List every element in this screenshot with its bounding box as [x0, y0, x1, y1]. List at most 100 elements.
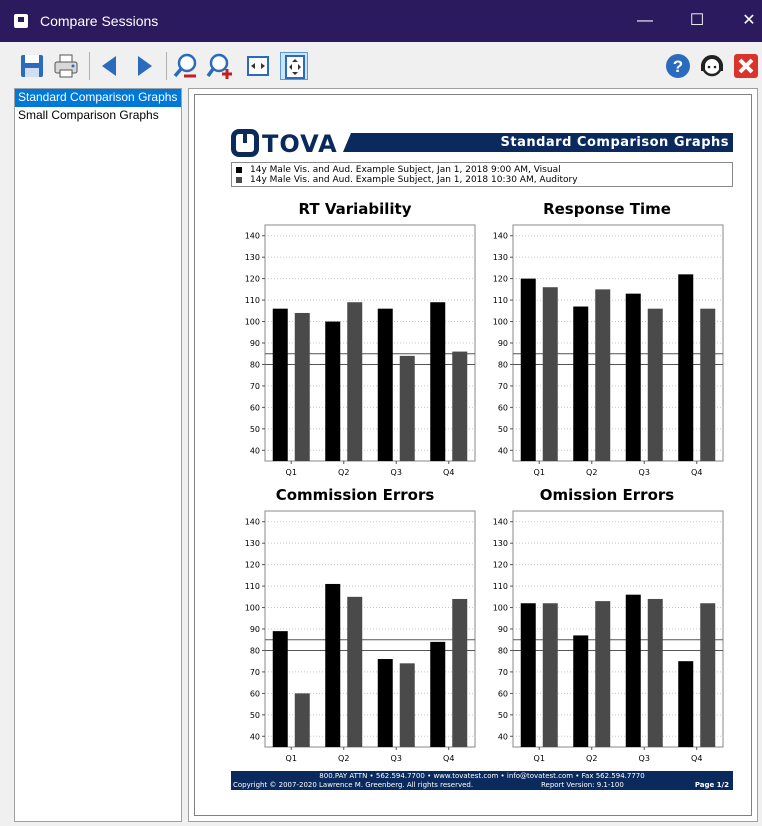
bar: [520, 603, 536, 747]
y-tick-label: 120: [245, 561, 260, 570]
footer-contact: 800.PAY ATTN • 562.594.7700 • www.tovate…: [319, 772, 645, 780]
bar: [520, 278, 536, 461]
bar: [325, 321, 341, 461]
y-tick-label: 110: [493, 582, 508, 591]
y-tick-label: 70: [498, 668, 508, 677]
session-text: 14y Male Vis. and Aud. Example Subject, …: [250, 165, 561, 175]
bar: [573, 635, 589, 747]
y-tick-label: 130: [493, 253, 508, 262]
y-tick-label: 70: [250, 382, 260, 391]
window-title: Compare Sessions: [40, 13, 159, 29]
x-tick-label: Q4: [691, 468, 702, 477]
y-tick-label: 100: [245, 604, 260, 613]
y-tick-label: 90: [250, 339, 260, 348]
chart-title: RT Variability: [298, 200, 412, 218]
fit-width-icon[interactable]: [244, 52, 272, 80]
y-tick-label: 140: [493, 232, 508, 241]
report-page: TOVA Standard Comparison Graphs 14y Male…: [194, 94, 752, 816]
report-item-small-comparison[interactable]: Small Comparison Graphs: [15, 107, 181, 125]
x-tick-label: Q2: [586, 754, 597, 763]
y-tick-label: 130: [493, 539, 508, 548]
omission-errors-chart: 40 50 60 70 80 90 100 110 120 130 140 Q1 Q2 Q3 Q4: [493, 510, 724, 763]
y-tick-label: 70: [250, 668, 260, 677]
y-tick-label: 50: [498, 711, 508, 720]
bar: [294, 312, 310, 461]
bar: [452, 598, 468, 747]
y-tick-label: 60: [498, 403, 508, 412]
bar: [452, 351, 468, 461]
report-title: Standard Comparison Graphs: [500, 135, 729, 150]
y-tick-label: 70: [498, 382, 508, 391]
bar: [294, 693, 310, 747]
bar: [399, 663, 415, 747]
maximize-button[interactable]: ☐: [674, 0, 720, 42]
bar: [272, 631, 288, 747]
next-icon[interactable]: [130, 52, 158, 80]
close-button[interactable]: ✕: [726, 0, 762, 42]
y-tick-label: 140: [245, 232, 260, 241]
tova-logo-mark: [231, 129, 259, 157]
help-icon[interactable]: ?: [664, 52, 692, 80]
report-banner: Standard Comparison Graphs: [343, 133, 733, 152]
x-tick-label: Q3: [391, 754, 402, 763]
session-text: 14y Male Vis. and Aud. Example Subject, …: [250, 175, 578, 185]
report-footer: 800.PAY ATTN • 562.594.7700 • www.tovate…: [231, 771, 733, 790]
app-icon: [14, 14, 28, 28]
y-tick-label: 110: [245, 582, 260, 591]
bar: [678, 274, 694, 461]
y-tick-label: 130: [245, 253, 260, 262]
splitter[interactable]: [183, 88, 187, 822]
minimize-button[interactable]: —: [622, 0, 668, 42]
toolbar-separator: [166, 52, 167, 80]
tova-logo-text: TOVA: [262, 130, 338, 158]
toolbar-separator: [89, 52, 90, 80]
y-tick-label: 120: [493, 561, 508, 570]
x-tick-label: Q2: [338, 468, 349, 477]
report-list: Standard Comparison Graphs Small Compari…: [14, 88, 182, 822]
previous-icon[interactable]: [96, 52, 124, 80]
x-tick-label: Q3: [639, 468, 650, 477]
y-tick-label: 110: [493, 296, 508, 305]
y-tick-label: 60: [498, 689, 508, 698]
fit-page-icon[interactable]: [280, 52, 308, 80]
support-icon[interactable]: [698, 52, 726, 80]
chart-title: Omission Errors: [539, 486, 675, 504]
y-tick-label: 120: [493, 275, 508, 284]
zoom-out-icon[interactable]: [172, 52, 200, 80]
y-tick-label: 90: [498, 625, 508, 634]
chart-title: Commission Errors: [275, 486, 435, 504]
report-viewer[interactable]: TOVA Standard Comparison Graphs 14y Male…: [188, 88, 758, 822]
exit-icon[interactable]: [732, 52, 760, 80]
save-icon[interactable]: [18, 52, 46, 80]
y-tick-label: 130: [245, 539, 260, 548]
x-tick-label: Q1: [286, 754, 297, 763]
y-tick-label: 140: [493, 518, 508, 527]
y-tick-label: 50: [498, 425, 508, 434]
y-tick-label: 80: [250, 646, 260, 655]
y-tick-label: 50: [250, 711, 260, 720]
bar: [325, 583, 341, 747]
print-icon[interactable]: [52, 52, 80, 80]
bar: [573, 306, 589, 461]
x-tick-label: Q1: [534, 754, 545, 763]
bar: [647, 308, 663, 461]
y-tick-label: 40: [498, 446, 508, 455]
bar: [700, 603, 716, 747]
y-tick-label: 90: [250, 625, 260, 634]
y-tick-label: 50: [250, 425, 260, 434]
bar: [542, 603, 558, 747]
x-tick-label: Q2: [338, 754, 349, 763]
bar: [678, 661, 694, 747]
bar: [430, 641, 446, 747]
bar: [347, 302, 363, 461]
bar: [377, 659, 393, 747]
bar: [700, 308, 716, 461]
y-tick-label: 120: [245, 275, 260, 284]
toolbar: ?: [0, 42, 762, 88]
bar: [399, 355, 415, 461]
bar: [347, 596, 363, 747]
x-tick-label: Q1: [534, 468, 545, 477]
legend-swatch: [236, 176, 242, 183]
report-item-standard-comparison[interactable]: Standard Comparison Graphs: [15, 89, 181, 107]
zoom-in-icon[interactable]: [206, 52, 234, 80]
